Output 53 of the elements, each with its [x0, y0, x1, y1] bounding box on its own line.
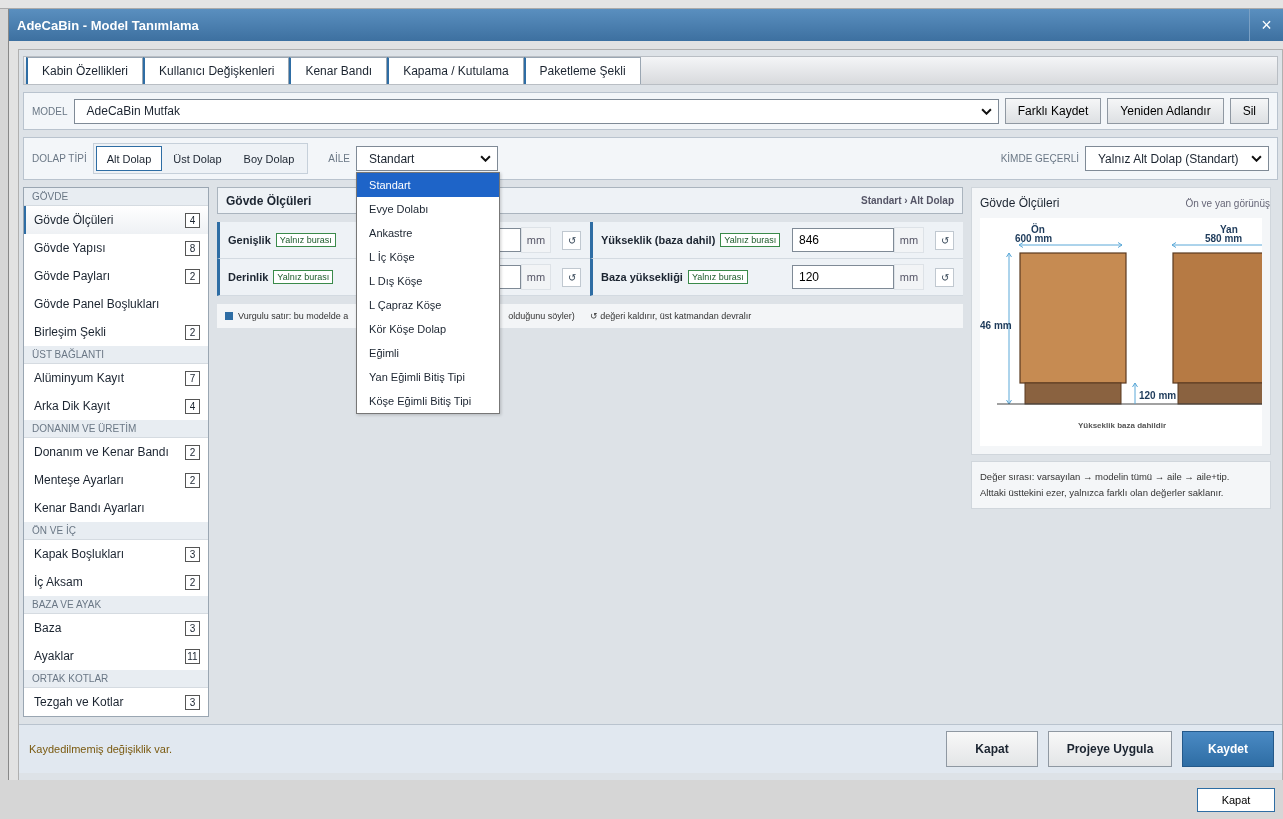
unit-label: mm	[521, 227, 551, 253]
dimension-label: 580 mm	[1205, 233, 1243, 244]
scope-label: KİMDE GEÇERLİ	[1000, 153, 1079, 164]
legend-text: Vurgulu satır: bu modelde a	[238, 311, 349, 321]
unit-label: mm	[894, 227, 924, 253]
field-label: Yükseklik (baza dahil)	[601, 234, 716, 246]
window-title: AdeCaBin - Model Tanımlama	[16, 17, 200, 33]
count-badge: 2	[185, 444, 200, 460]
sidebar-group-header: ÖN VE İÇ	[24, 522, 208, 540]
breadcrumb: Standart › Alt Dolap	[861, 195, 954, 206]
count-badge: 4	[185, 212, 200, 228]
count-badge: 2	[185, 574, 200, 590]
scope-tag: Yalnız burası	[275, 233, 336, 247]
sidebar-group-header: GÖVDE	[24, 188, 208, 206]
model-label: MODEL	[32, 105, 68, 117]
unit-label: mm	[894, 264, 924, 290]
count-badge: 8	[185, 240, 200, 256]
count-badge: 7	[185, 370, 200, 386]
count-badge: 3	[185, 620, 200, 636]
section-title: Gövde Ölçüleri	[226, 193, 312, 208]
preview-title: Gövde Ölçüleri	[980, 196, 1060, 210]
info-text: Değer sırası: varsayılan → modelin tümü → aile → aile+tip.	[980, 470, 1231, 484]
field-label: Baza yüksekliği	[601, 271, 683, 283]
sidebar-group-header: ÜST BAĞLANTI	[24, 346, 208, 364]
count-badge: 2	[185, 324, 200, 340]
drawing-caption: Yükseklik baza dahildir	[1078, 421, 1167, 430]
dimension-label: Yan	[1220, 224, 1238, 235]
dimension-label: 46 mm	[980, 320, 1012, 331]
field-label: Genişlik	[228, 234, 271, 246]
count-badge: 11	[185, 648, 200, 664]
field-label: Derinlik	[228, 271, 269, 283]
scope-tag: Yalnız burası	[720, 233, 781, 247]
count-badge: 3	[185, 546, 200, 562]
cabinet-type-label: DOLAP TİPİ	[32, 153, 87, 164]
count-badge: 2	[185, 268, 200, 284]
info-text: Alttaki üsttekini ezer, yalnızca farklı olan değerler saklanır.	[980, 486, 1225, 500]
family-label: AİLE	[328, 153, 351, 164]
sidebar-group-header: ORTAK KOTLAR	[24, 670, 208, 688]
legend-text: ↺ değeri kaldırır, üst katmandan devralır	[589, 311, 752, 321]
dimension-label: Ön	[1031, 224, 1045, 235]
dimension-label: 120 mm	[1139, 390, 1177, 401]
scope-tag: Yalnız burası	[687, 270, 748, 284]
count-badge: 2	[185, 472, 200, 488]
dimension-label: 600 mm	[1015, 233, 1053, 244]
count-badge: 3	[185, 694, 200, 710]
count-badge: 4	[185, 398, 200, 414]
sidebar-group-header: DONANIM VE ÜRETİM	[24, 420, 208, 438]
sidebar-group-header: BAZA VE AYAK	[24, 596, 208, 614]
preview-subtitle: Ön ve yan görünüş	[1185, 198, 1270, 209]
scope-tag: Yalnız burası	[273, 270, 334, 284]
unit-label: mm	[521, 264, 551, 290]
legend-text: olduğunu söyler)	[508, 311, 575, 321]
status-text: Kaydedilmemiş değişiklik var.	[29, 743, 173, 755]
